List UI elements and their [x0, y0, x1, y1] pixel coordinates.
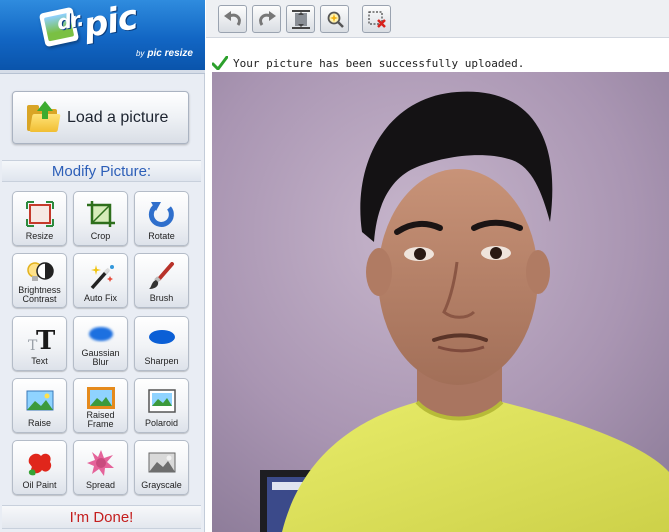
checkmark-icon: [212, 56, 228, 70]
sidebar: dr.pic by pic resize Load a picture Modif…: [0, 0, 205, 532]
undo-icon: [224, 11, 241, 26]
redo-icon: [259, 11, 276, 26]
sharpen-label: Sharpen: [144, 356, 179, 366]
polaroid-icon: [147, 389, 176, 413]
gaussian-blur-label: Gaussian Blur: [81, 348, 120, 367]
load-picture-label: Load a picture: [67, 108, 169, 126]
undo-button[interactable]: [218, 5, 247, 33]
gaussian-blur-tool-button[interactable]: Gaussian Blur: [73, 316, 128, 371]
brightness-contrast-icon: [26, 262, 54, 281]
rotate-tool-button[interactable]: Rotate: [134, 191, 189, 246]
raised-frame-icon: [86, 387, 115, 409]
brush-tool-button[interactable]: Brush: [134, 253, 189, 308]
deselect-button[interactable]: [362, 5, 391, 33]
oil-paint-label: Oil Paint: [22, 480, 57, 490]
raised-frame-label: Raised Frame: [86, 410, 115, 429]
uploaded-photo[interactable]: [212, 72, 669, 532]
sharpen-tool-button[interactable]: Sharpen: [134, 316, 189, 371]
im-done-button[interactable]: I'm Done!: [2, 505, 201, 529]
brush-label: Brush: [149, 293, 174, 303]
top-toolbar: [206, 0, 669, 38]
rotate-label: Rotate: [148, 231, 175, 241]
raised-frame-tool-button[interactable]: Raised Frame: [73, 378, 128, 433]
gaussian-blur-icon: [88, 327, 113, 341]
sharpen-icon: [148, 330, 175, 344]
deselect-icon: [368, 11, 386, 28]
portrait-image: [212, 72, 669, 532]
zoom-magic-icon: [327, 11, 344, 28]
fit-screen-button[interactable]: [286, 5, 315, 33]
brush-icon: [148, 262, 174, 289]
oil-paint-icon: [28, 453, 51, 476]
text-tool-button[interactable]: T T Text: [12, 316, 67, 371]
zoom-magic-button[interactable]: [320, 5, 349, 33]
brightness-contrast-label: Brightness Contrast: [18, 285, 61, 304]
drpic-logo[interactable]: dr.pic by pic resize: [0, 0, 205, 70]
resize-tool-button[interactable]: Resize: [12, 191, 67, 246]
text-icon: T T: [28, 326, 55, 353]
rotate-icon: [148, 202, 174, 227]
magic-wand-icon: [90, 265, 114, 290]
logo-tagline: by pic resize: [135, 48, 193, 59]
text-label: Text: [31, 356, 48, 366]
grayscale-label: Grayscale: [141, 480, 182, 490]
spread-label: Spread: [85, 480, 116, 490]
status-message: Your picture has been successfully uploa…: [233, 56, 525, 70]
oil-paint-tool-button[interactable]: Oil Paint: [12, 440, 67, 495]
fit-screen-icon: [292, 10, 310, 29]
crop-label: Crop: [90, 231, 111, 241]
spread-icon: [86, 450, 114, 476]
resize-icon: [25, 201, 54, 227]
grayscale-tool-button[interactable]: Grayscale: [134, 440, 189, 495]
polaroid-label: Polaroid: [144, 418, 179, 428]
resize-label: Resize: [25, 231, 54, 241]
raise-icon: [26, 390, 53, 411]
load-picture-button[interactable]: Load a picture: [12, 91, 189, 144]
crop-tool-button[interactable]: Crop: [73, 191, 128, 246]
brightness-contrast-tool-button[interactable]: Brightness Contrast: [12, 253, 67, 308]
logo-divider: [0, 70, 205, 74]
redo-button[interactable]: [252, 5, 281, 33]
raise-label: Raise: [27, 418, 51, 428]
crop-icon: [86, 201, 115, 227]
open-folder-icon: [27, 100, 61, 133]
modify-picture-header: Modify Picture:: [2, 160, 201, 182]
auto-fix-tool-button[interactable]: Auto Fix: [73, 253, 128, 308]
grayscale-icon: [148, 452, 175, 473]
auto-fix-label: Auto Fix: [83, 293, 117, 303]
raise-tool-button[interactable]: Raise: [12, 378, 67, 433]
svg-text:T: T: [36, 326, 55, 353]
spread-tool-button[interactable]: Spread: [73, 440, 128, 495]
upload-status: Your picture has been successfully uploa…: [212, 56, 667, 70]
polaroid-tool-button[interactable]: Polaroid: [134, 378, 189, 433]
